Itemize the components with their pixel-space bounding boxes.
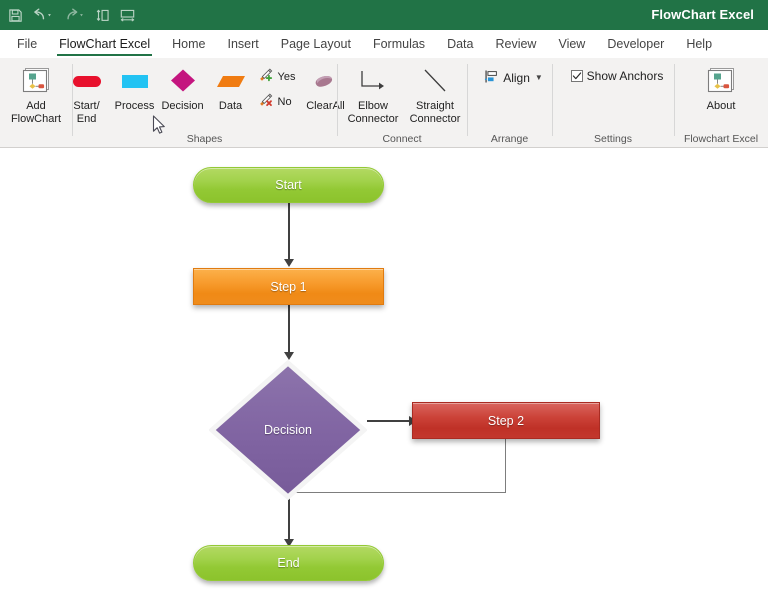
about-button[interactable]: About bbox=[690, 61, 752, 113]
flowchart-icon bbox=[706, 64, 736, 98]
straight-connector-button[interactable]: Straight Connector bbox=[404, 61, 466, 125]
ribbon-group-label-settings: Settings bbox=[594, 133, 632, 145]
about-label: About bbox=[706, 100, 736, 112]
straight-connector-label: Straight Connector bbox=[409, 100, 461, 125]
flowchart-node-step2-label: Step 2 bbox=[487, 413, 525, 428]
ribbon-group-label-flowchart-excel: Flowchart Excel bbox=[683, 133, 759, 145]
ribbon-group-connect: Elbow Connector Straight Connector Conne… bbox=[337, 58, 467, 148]
yes-label-button[interactable]: Yes bbox=[255, 66, 299, 88]
rounded-rect-red-icon bbox=[70, 64, 104, 98]
connector-decision-to-step2[interactable] bbox=[367, 420, 414, 422]
decision-label: Decision bbox=[161, 100, 204, 112]
ribbon-tab-strip: File FlowChart Excel Home Insert Page La… bbox=[0, 30, 768, 58]
start-end-shape-button[interactable]: Start/ End bbox=[63, 61, 111, 125]
connector-start-to-step1-arrowhead bbox=[283, 259, 294, 267]
rect-cyan-icon bbox=[118, 64, 152, 98]
quick-access-toolbar bbox=[0, 3, 138, 27]
flowchart-node-start[interactable]: Start bbox=[193, 167, 384, 203]
ribbon-group-shapes: Start/ End Process Decision Data Yes No … bbox=[72, 58, 345, 148]
flowchart-canvas[interactable]: Start Step 1 Decision Step 2 End bbox=[0, 149, 768, 599]
pen-cross-icon bbox=[258, 92, 275, 112]
connector-step1-to-decision[interactable] bbox=[288, 305, 290, 353]
align-label: Align bbox=[503, 71, 530, 85]
data-label: Data bbox=[218, 100, 243, 112]
flowchart-icon bbox=[21, 64, 51, 98]
ribbon-group-label-arrange: Arrange bbox=[490, 133, 529, 145]
title-bar: FlowChart Excel bbox=[0, 0, 768, 30]
tab-formulas[interactable]: Formulas bbox=[362, 30, 436, 58]
flowchart-node-decision[interactable]: Decision bbox=[209, 360, 367, 500]
no-label: No bbox=[277, 96, 292, 108]
flowchart-node-end-label: End bbox=[277, 556, 300, 570]
chevron-down-icon: ▼ bbox=[534, 73, 543, 82]
tab-insert[interactable]: Insert bbox=[217, 30, 270, 58]
ribbon-group-flowchart-excel: About Flowchart Excel bbox=[674, 58, 768, 148]
ribbon-divider bbox=[0, 147, 768, 148]
start-end-label: Start/ End bbox=[73, 100, 100, 125]
window-title: FlowChart Excel bbox=[651, 7, 754, 22]
elbow-connector-icon bbox=[355, 64, 391, 98]
connector-step2-to-end-vertical[interactable] bbox=[505, 439, 507, 493]
tab-developer[interactable]: Developer bbox=[596, 30, 675, 58]
flowchart-node-end[interactable]: End bbox=[193, 545, 384, 581]
process-shape-button[interactable]: Process bbox=[111, 61, 159, 113]
process-label: Process bbox=[114, 100, 155, 112]
data-shape-button[interactable]: Data bbox=[207, 61, 255, 113]
ribbon-group-label-shapes: Shapes bbox=[186, 133, 223, 145]
ribbon-group-settings: Show Anchors Settings bbox=[552, 58, 674, 148]
parallelogram-orange-icon bbox=[214, 64, 248, 98]
elbow-connector-button[interactable]: Elbow Connector bbox=[342, 61, 404, 125]
flowchart-node-step1-label: Step 1 bbox=[270, 279, 307, 294]
yes-no-button-stack: Yes No bbox=[255, 61, 299, 113]
pen-plus-icon bbox=[258, 67, 275, 87]
flowchart-node-start-label: Start bbox=[275, 178, 302, 192]
ribbon-group-arrange: Align ▼ Arrange bbox=[467, 58, 552, 148]
tab-help[interactable]: Help bbox=[675, 30, 723, 58]
tab-flowchart-excel[interactable]: FlowChart Excel bbox=[48, 30, 161, 58]
tab-page-layout[interactable]: Page Layout bbox=[270, 30, 362, 58]
checkbox-checked-icon bbox=[570, 70, 583, 82]
ribbon-group-label-connect: Connect bbox=[382, 133, 422, 145]
tab-home[interactable]: Home bbox=[161, 30, 216, 58]
flowchart-excel-window: FlowChart Excel File FlowChart Excel Hom… bbox=[0, 0, 768, 599]
size-width-icon[interactable] bbox=[116, 3, 138, 27]
no-label-button[interactable]: No bbox=[255, 91, 299, 113]
tab-data[interactable]: Data bbox=[436, 30, 484, 58]
straight-connector-icon bbox=[417, 64, 453, 98]
save-icon[interactable] bbox=[4, 3, 26, 27]
flowchart-node-decision-label: Decision bbox=[264, 423, 312, 437]
connector-step1-to-decision-arrowhead bbox=[283, 352, 294, 360]
tab-view[interactable]: View bbox=[547, 30, 596, 58]
ribbon: Add FlowChart Start/ End Process Decisio… bbox=[0, 58, 768, 148]
connector-start-to-step1[interactable] bbox=[288, 203, 290, 260]
decision-shape-button[interactable]: Decision bbox=[159, 61, 207, 113]
flowchart-node-step2[interactable]: Step 2 bbox=[412, 402, 600, 439]
tab-file[interactable]: File bbox=[6, 30, 48, 58]
undo-icon[interactable] bbox=[28, 3, 58, 27]
diamond-magenta-icon bbox=[168, 64, 198, 98]
redo-icon[interactable] bbox=[60, 3, 90, 27]
align-button[interactable]: Align ▼ bbox=[480, 67, 547, 89]
tab-review[interactable]: Review bbox=[484, 30, 547, 58]
align-icon bbox=[484, 69, 499, 87]
flowchart-node-step1[interactable]: Step 1 bbox=[193, 268, 384, 305]
elbow-connector-label: Elbow Connector bbox=[347, 100, 399, 125]
show-anchors-label: Show Anchors bbox=[586, 69, 664, 83]
show-anchors-checkbox[interactable]: Show Anchors bbox=[567, 67, 668, 85]
size-height-icon[interactable] bbox=[92, 3, 114, 27]
yes-label: Yes bbox=[277, 71, 296, 83]
add-flowchart-label: Add FlowChart bbox=[10, 100, 62, 125]
